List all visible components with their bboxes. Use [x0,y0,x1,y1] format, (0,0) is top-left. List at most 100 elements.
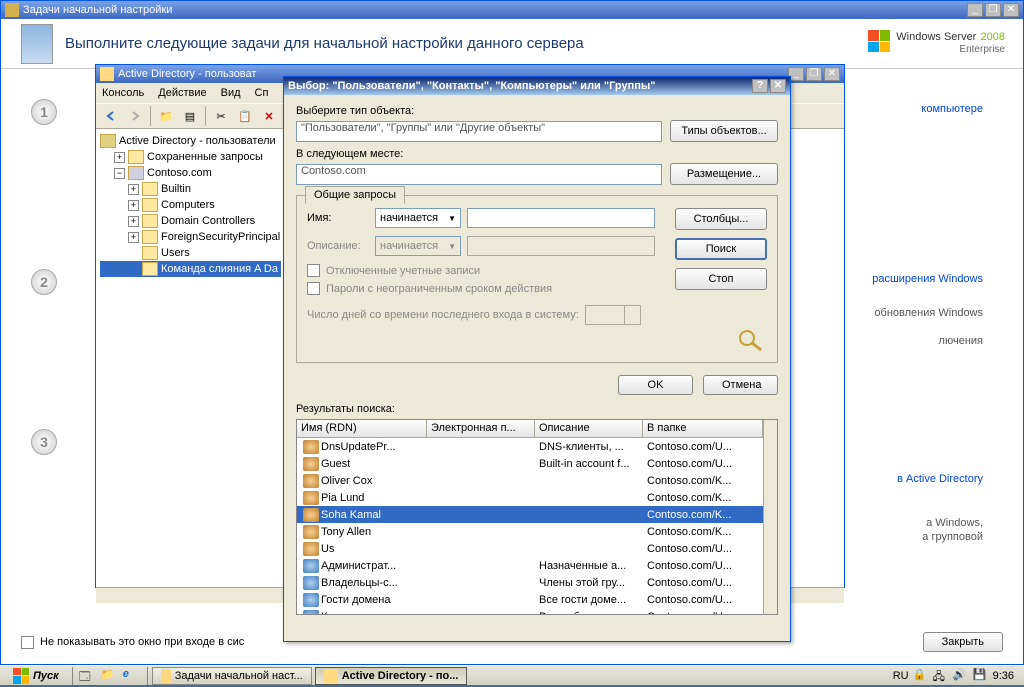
menu-action[interactable]: Действие [158,87,206,99]
network-icon[interactable]: 🖧 [933,668,949,684]
group-icon [303,593,319,607]
taskbar-task[interactable]: Задачи начальной наст... [152,667,312,685]
locations-button[interactable]: Размещение... [670,163,778,185]
group-icon [303,610,319,616]
col-folder[interactable]: В папке [643,420,763,437]
disabled-accounts-label: Отключенные учетные записи [326,265,480,277]
col-name[interactable]: Имя (RDN) [297,420,427,437]
windows-update-link[interactable]: расширения Windows [872,273,983,285]
cut-button[interactable]: ✂ [210,105,232,127]
location-label: В следующем месте: [296,148,778,160]
disabled-accounts-checkbox[interactable] [307,264,320,277]
copy-button[interactable]: 📋 [234,105,256,127]
object-types-button[interactable]: Типы объектов... [670,120,778,142]
user-icon [303,508,319,522]
days-since-login-label: Число дней со времени последнего входа в… [307,309,579,321]
explorer-icon[interactable]: 📁 [101,668,119,684]
result-row[interactable]: Гости доменаВсе гости доме...Contoso.com… [297,591,763,608]
help-button[interactable]: ? [752,79,768,93]
start-button[interactable]: Пуск [4,666,68,686]
ad-link[interactable]: в Active Directory [897,473,983,485]
user-icon [303,457,319,471]
up-button[interactable]: 📁 [155,105,177,127]
group-icon [303,576,319,590]
description-input [467,236,655,256]
search-button[interactable]: Поиск [675,238,767,260]
results-body[interactable]: DnsUpdatePr...DNS-клиенты, ...Contoso.co… [297,438,763,615]
result-row[interactable]: Администрат...Назначенные а...Contoso.co… [297,557,763,574]
group-text: а групповой [922,531,983,543]
name-input[interactable] [467,208,655,228]
close-button[interactable]: ✕ [1003,3,1019,17]
list-button[interactable]: ▤ [179,105,201,127]
close-button[interactable]: ✕ [824,67,840,81]
ok-button[interactable]: OK [618,375,693,395]
volume-icon[interactable]: 🔊 [953,668,969,684]
col-email[interactable]: Электронная п... [427,420,535,437]
computer-info-link[interactable]: компьютере [921,103,983,115]
app-icon [324,669,338,683]
delete-button[interactable]: ✕ [258,105,280,127]
user-icon [303,491,319,505]
window-titlebar[interactable]: Задачи начальной настройки _ ❐ ✕ [1,1,1023,19]
stop-button[interactable]: Стоп [675,268,767,290]
result-row[interactable]: GuestBuilt-in account f...Contoso.com/U.… [297,455,763,472]
name-mode-select[interactable]: начинается▼ [375,208,461,228]
tree-builtin[interactable]: +Builtin [100,181,281,197]
user-icon [303,440,319,454]
tree-saved-queries[interactable]: +Сохраненные запросы [100,149,281,165]
results-label: Результаты поиска: [296,403,778,415]
close-button[interactable]: Закрыть [923,632,1003,652]
windows-text: а Windows, [926,517,983,529]
maximize-button[interactable]: ❐ [985,3,1001,17]
result-row[interactable]: Компьютеры...Все рабочие ст...Contoso.co… [297,608,763,615]
back-button[interactable] [100,105,122,127]
col-description[interactable]: Описание [535,420,643,437]
result-row[interactable]: Владельцы-с...Члены этой гру...Contoso.c… [297,574,763,591]
columns-button[interactable]: Столбцы... [675,208,767,230]
dialog-titlebar[interactable]: Выбор: "Пользователи", "Контакты", "Комп… [284,77,790,95]
cancel-button[interactable]: Отмена [703,375,778,395]
results-table: Имя (RDN) Электронная п... Описание В па… [296,419,778,615]
dont-show-checkbox[interactable] [21,636,34,649]
tree-domain-controllers[interactable]: +Domain Controllers [100,213,281,229]
menu-help[interactable]: Сп [255,87,269,99]
forward-button[interactable] [124,105,146,127]
results-header[interactable]: Имя (RDN) Электронная п... Описание В па… [297,420,763,438]
days-spinner[interactable] [585,305,641,325]
windows-flag-icon [868,30,890,52]
clock[interactable]: 9:36 [993,670,1014,682]
ie-icon[interactable]: e [123,668,141,684]
non-expiring-passwords-label: Пароли с неограниченным сроком действия [326,283,552,295]
non-expiring-passwords-checkbox[interactable] [307,282,320,295]
result-row[interactable]: Oliver CoxContoso.com/K... [297,472,763,489]
close-button[interactable]: ✕ [770,79,786,93]
common-queries-tab[interactable]: Общие запросы [305,186,405,204]
result-row[interactable]: Pia LundContoso.com/K... [297,489,763,506]
taskbar: Пуск 🗔 📁 e Задачи начальной наст...Activ… [0,665,1024,685]
result-row[interactable]: Tony AllenContoso.com/K... [297,523,763,540]
tree-merge-team[interactable]: Команда слияния A Da [100,261,281,277]
tree-users[interactable]: Users [100,245,281,261]
taskbar-task[interactable]: Active Directory - по... [315,667,468,685]
security-icon[interactable]: 🔒 [913,668,929,684]
maximize-button[interactable]: ❐ [806,67,822,81]
name-label: Имя: [307,212,375,224]
menu-view[interactable]: Вид [221,87,241,99]
scrollbar-vertical[interactable] [763,420,777,615]
result-row[interactable]: DnsUpdatePr...DNS-клиенты, ...Contoso.co… [297,438,763,455]
show-desktop-icon[interactable]: 🗔 [79,668,97,684]
language-indicator[interactable]: RU [893,670,909,682]
tree-domain[interactable]: −Contoso.com [100,165,281,181]
tree-computers[interactable]: +Computers [100,197,281,213]
tree-root[interactable]: Active Directory - пользователи [100,133,281,149]
connection-text: лючения [939,335,983,347]
tree-fsp[interactable]: +ForeignSecurityPrincipal [100,229,281,245]
folder-icon [100,67,114,81]
device-icon[interactable]: 💾 [973,668,989,684]
result-row[interactable]: Soha KamalContoso.com/K... [297,506,763,523]
tree-panel: Active Directory - пользователи +Сохране… [96,129,286,587]
minimize-button[interactable]: _ [967,3,983,17]
menu-console[interactable]: Консоль [102,87,144,99]
result-row[interactable]: UsContoso.com/U... [297,540,763,557]
